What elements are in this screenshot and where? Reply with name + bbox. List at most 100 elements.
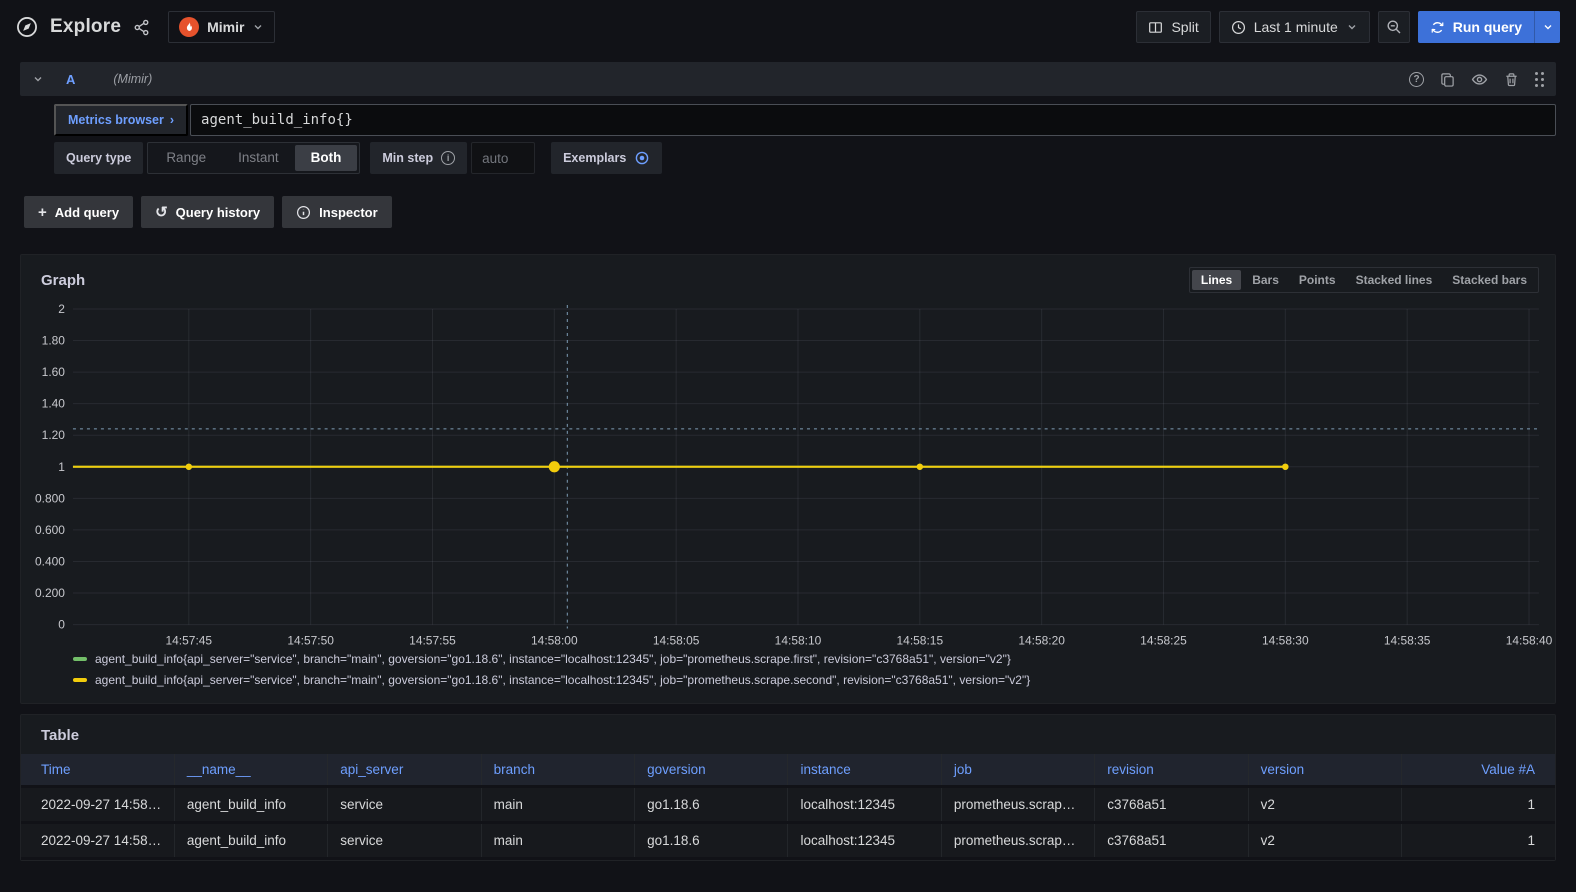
table-cell: c3768a51 (1095, 822, 1248, 858)
chevron-down-icon (1346, 21, 1358, 33)
inspector-label: Inspector (319, 205, 378, 220)
graph-mode-tab-bars[interactable]: Bars (1243, 270, 1288, 290)
graph-plot-area[interactable]: 00.2000.4000.6000.80011.201.401.601.8021… (31, 299, 1545, 649)
query-expression-input[interactable] (190, 104, 1556, 136)
chart-point (1282, 464, 1288, 470)
legend-item: agent_build_info{api_server="service", b… (73, 649, 1555, 670)
svg-text:14:58:10: 14:58:10 (775, 634, 822, 648)
query-ref-id: A (66, 72, 75, 87)
min-step-text: Min step (382, 151, 433, 165)
svg-text:14:58:15: 14:58:15 (897, 634, 944, 648)
table-header-api-server[interactable]: api_server (328, 754, 481, 787)
table-header-revision[interactable]: revision (1095, 754, 1248, 787)
graph-mode-tabs: LinesBarsPointsStacked linesStacked bars (1189, 267, 1539, 293)
table-header-version[interactable]: version (1248, 754, 1401, 787)
svg-text:0.600: 0.600 (35, 523, 65, 537)
query-type-option-both[interactable]: Both (295, 145, 358, 171)
info-icon[interactable]: i (441, 151, 455, 165)
min-step-input[interactable] (471, 142, 535, 174)
svg-text:14:58:00: 14:58:00 (531, 634, 578, 648)
split-icon (1148, 20, 1163, 35)
query-type-option-instant[interactable]: Instant (222, 145, 295, 171)
trash-icon[interactable] (1504, 72, 1519, 87)
mimir-logo-icon (179, 17, 199, 37)
help-icon[interactable]: ? (1409, 72, 1424, 87)
table-header-instance[interactable]: instance (788, 754, 941, 787)
query-editor: A (Mimir) ? (20, 62, 1556, 182)
time-range-picker[interactable]: Last 1 minute (1219, 11, 1370, 43)
metrics-browser-label: Metrics browser (68, 113, 164, 127)
inspector-button[interactable]: Inspector (282, 196, 392, 228)
metrics-browser-button[interactable]: Metrics browser › (54, 104, 188, 136)
svg-text:14:57:55: 14:57:55 (409, 634, 456, 648)
copy-icon[interactable] (1440, 72, 1455, 87)
eye-icon[interactable] (1471, 71, 1488, 88)
top-bar: Explore Mimir Sp (0, 0, 1576, 54)
table-cell: go1.18.6 (635, 786, 788, 822)
table-panel-title: Table (21, 715, 1555, 754)
table-cell: localhost:12345 (788, 786, 941, 822)
table-cell: 1 (1402, 786, 1555, 822)
history-icon: ↺ (155, 205, 168, 220)
exemplars-field: Exemplars (551, 142, 662, 174)
table-header-goversion[interactable]: goversion (635, 754, 788, 787)
svg-text:14:57:45: 14:57:45 (166, 634, 213, 648)
query-type-option-range[interactable]: Range (150, 145, 222, 171)
svg-text:2: 2 (58, 302, 65, 316)
legend-label-0[interactable]: agent_build_info{api_server="service", b… (95, 652, 1011, 666)
time-range-label: Last 1 minute (1254, 19, 1338, 35)
add-query-button[interactable]: + Add query (24, 196, 133, 228)
explore-compass-icon (16, 16, 38, 38)
query-type-label: Query type (54, 142, 143, 174)
svg-text:0.400: 0.400 (35, 554, 65, 568)
min-step-field-label: Min step i (370, 142, 467, 174)
split-button[interactable]: Split (1136, 11, 1210, 43)
table-cell: 2022-09-27 14:58:40… (21, 822, 174, 858)
chart-point (917, 464, 923, 470)
graph-legend: agent_build_info{api_server="service", b… (73, 649, 1555, 691)
exemplars-label: Exemplars (563, 151, 626, 165)
table-row: 2022-09-27 14:58:40…agent_build_infoserv… (21, 786, 1555, 822)
zoom-out-button[interactable] (1378, 11, 1410, 43)
run-query-label: Run query (1453, 19, 1522, 35)
run-query-dropdown[interactable] (1534, 11, 1560, 43)
query-row-header[interactable]: A (Mimir) ? (20, 62, 1556, 96)
collapse-chevron-icon[interactable] (32, 73, 44, 85)
chevron-down-icon (252, 21, 264, 33)
table-cell: v2 (1248, 786, 1401, 822)
table-cell: localhost:12345 (788, 822, 941, 858)
graph-mode-tab-stacked-lines[interactable]: Stacked lines (1347, 270, 1442, 290)
table-header-value-a[interactable]: Value #A (1402, 754, 1555, 787)
svg-text:0: 0 (58, 618, 65, 632)
table-cell: main (481, 822, 634, 858)
table-header-job[interactable]: job (941, 754, 1094, 787)
datasource-picker[interactable]: Mimir (168, 11, 275, 43)
explore-content: A (Mimir) ? (0, 62, 1576, 861)
table-header-branch[interactable]: branch (481, 754, 634, 787)
run-query-button[interactable]: Run query (1418, 11, 1560, 43)
table-cell: prometheus.scrape.… (941, 786, 1094, 822)
legend-swatch-icon (73, 657, 87, 661)
exemplars-toggle-icon[interactable] (634, 150, 650, 166)
svg-text:1.20: 1.20 (42, 428, 66, 442)
table-cell: agent_build_info (174, 786, 327, 822)
graph-panel: Graph LinesBarsPointsStacked linesStacke… (20, 254, 1556, 704)
table-cell: 1 (1402, 822, 1555, 858)
svg-text:0.200: 0.200 (35, 586, 65, 600)
split-label: Split (1171, 19, 1198, 35)
page-title: Explore (50, 16, 121, 38)
table-header--name-[interactable]: __name__ (174, 754, 327, 787)
svg-text:14:58:30: 14:58:30 (1262, 634, 1309, 648)
legend-label-1[interactable]: agent_build_info{api_server="service", b… (95, 673, 1030, 687)
svg-text:14:57:50: 14:57:50 (287, 634, 334, 648)
graph-mode-tab-lines[interactable]: Lines (1192, 270, 1241, 290)
share-icon[interactable] (133, 19, 150, 36)
graph-mode-tab-stacked-bars[interactable]: Stacked bars (1443, 270, 1536, 290)
zoom-out-icon (1386, 19, 1402, 35)
query-history-label: Query history (176, 205, 261, 220)
query-history-button[interactable]: ↺ Query history (141, 196, 274, 228)
graph-mode-tab-points[interactable]: Points (1290, 270, 1345, 290)
drag-handle-icon[interactable] (1535, 72, 1544, 87)
chevron-right-icon: › (170, 113, 174, 127)
table-header-time[interactable]: Time (21, 754, 174, 787)
